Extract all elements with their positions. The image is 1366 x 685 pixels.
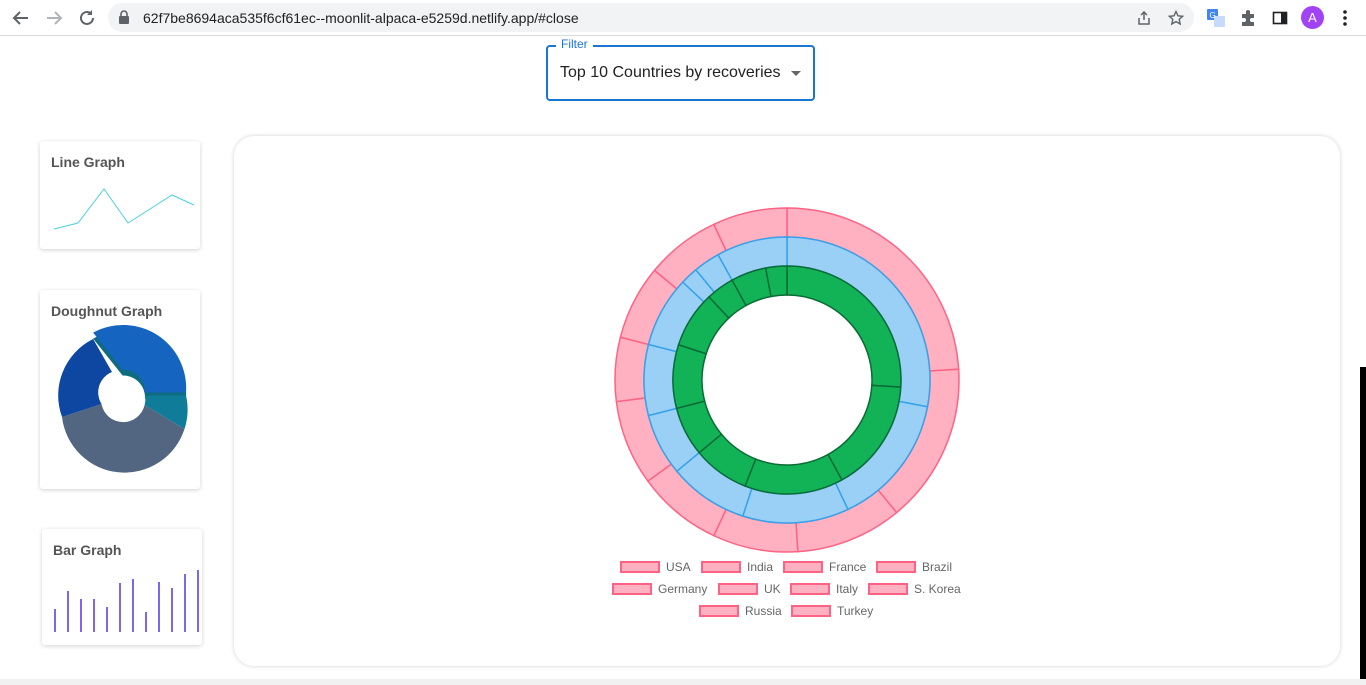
doughnut-segment-italy-ring-1[interactable]: [614, 336, 650, 403]
filter-select[interactable]: Top 10 Countries by recoveries: [546, 45, 815, 101]
bar-graph-card[interactable]: Bar Graph: [42, 529, 202, 645]
legend-label: Turkey: [837, 604, 874, 618]
address-bar[interactable]: 62f7be8694aca535f6cf61ec--moonlit-alpaca…: [108, 3, 1194, 32]
doughnut-graph-thumbnail: [58, 324, 188, 473]
legend-swatch: [876, 561, 916, 573]
doughnut-segment-uk-ring-3[interactable]: [672, 343, 708, 410]
extensions-puzzle-icon[interactable]: [1237, 7, 1259, 29]
legend-item-s-korea[interactable]: S. Korea: [868, 582, 961, 596]
legend-swatch: [868, 583, 908, 595]
legend-label: India: [747, 560, 774, 574]
lock-icon: [118, 10, 130, 29]
legend-item-germany[interactable]: Germany: [612, 582, 707, 596]
legend-item-turkey[interactable]: Turkey: [791, 604, 873, 618]
bookmark-star-icon[interactable]: [1167, 9, 1185, 27]
legend-swatch: [620, 561, 660, 573]
doughnut-segment-uk-ring-2[interactable]: [643, 343, 678, 417]
share-icon[interactable]: [1135, 9, 1153, 27]
legend-swatch: [699, 605, 739, 617]
legend-label: UK: [764, 582, 781, 596]
doughnut-graph-card[interactable]: Doughnut Graph: [40, 290, 200, 489]
line-graph-card[interactable]: Line Graph: [40, 141, 200, 249]
legend-label: Germany: [658, 582, 708, 596]
legend-item-india[interactable]: India: [701, 560, 773, 574]
svg-text:G: G: [1210, 11, 1216, 20]
legend-swatch: [612, 583, 652, 595]
profile-avatar[interactable]: A: [1301, 6, 1324, 29]
forward-arrow-icon[interactable]: [42, 6, 66, 30]
line-graph-thumbnail: [53, 188, 195, 230]
side-panel-icon[interactable]: [1269, 7, 1291, 29]
filter-label: Filter: [556, 37, 593, 51]
legend-item-uk[interactable]: UK: [718, 582, 781, 596]
legend-label: USA: [666, 560, 691, 574]
legend-swatch: [783, 561, 823, 573]
legend-item-brazil[interactable]: Brazil: [876, 560, 952, 574]
chart-panel: USA India France Brazil Germany UK Italy S. Kor…: [234, 136, 1340, 666]
translate-icon[interactable]: G: [1205, 7, 1227, 29]
reload-icon[interactable]: [75, 6, 99, 30]
recoveries-doughnut-chart: [614, 207, 960, 553]
legend-swatch: [701, 561, 741, 573]
legend-item-russia[interactable]: Russia: [699, 604, 782, 618]
legend-item-usa[interactable]: USA: [620, 560, 691, 574]
legend-label: Russia: [745, 604, 782, 618]
legend-item-italy[interactable]: Italy: [790, 582, 858, 596]
legend-label: Italy: [836, 582, 859, 596]
legend-item-france[interactable]: France: [783, 560, 866, 574]
legend-swatch: [718, 583, 758, 595]
legend-label: France: [829, 560, 867, 574]
bottom-edge: [0, 679, 1366, 685]
legend-swatch: [790, 583, 830, 595]
legend-label: S. Korea: [914, 582, 961, 596]
more-menu-icon[interactable]: [1334, 7, 1356, 29]
browser-toolbar: 62f7be8694aca535f6cf61ec--moonlit-alpaca…: [0, 0, 1366, 36]
bar-graph-thumbnail: [54, 570, 199, 632]
legend-swatch: [791, 605, 831, 617]
filter-selected-value: Top 10 Countries by recoveries: [560, 64, 781, 81]
chevron-down-icon: [791, 71, 801, 76]
legend-label: Brazil: [922, 560, 953, 574]
page-scrollbar[interactable]: [1360, 367, 1366, 685]
url-text: 62f7be8694aca535f6cf61ec--moonlit-alpaca…: [143, 10, 579, 26]
back-arrow-icon[interactable]: [9, 6, 33, 30]
